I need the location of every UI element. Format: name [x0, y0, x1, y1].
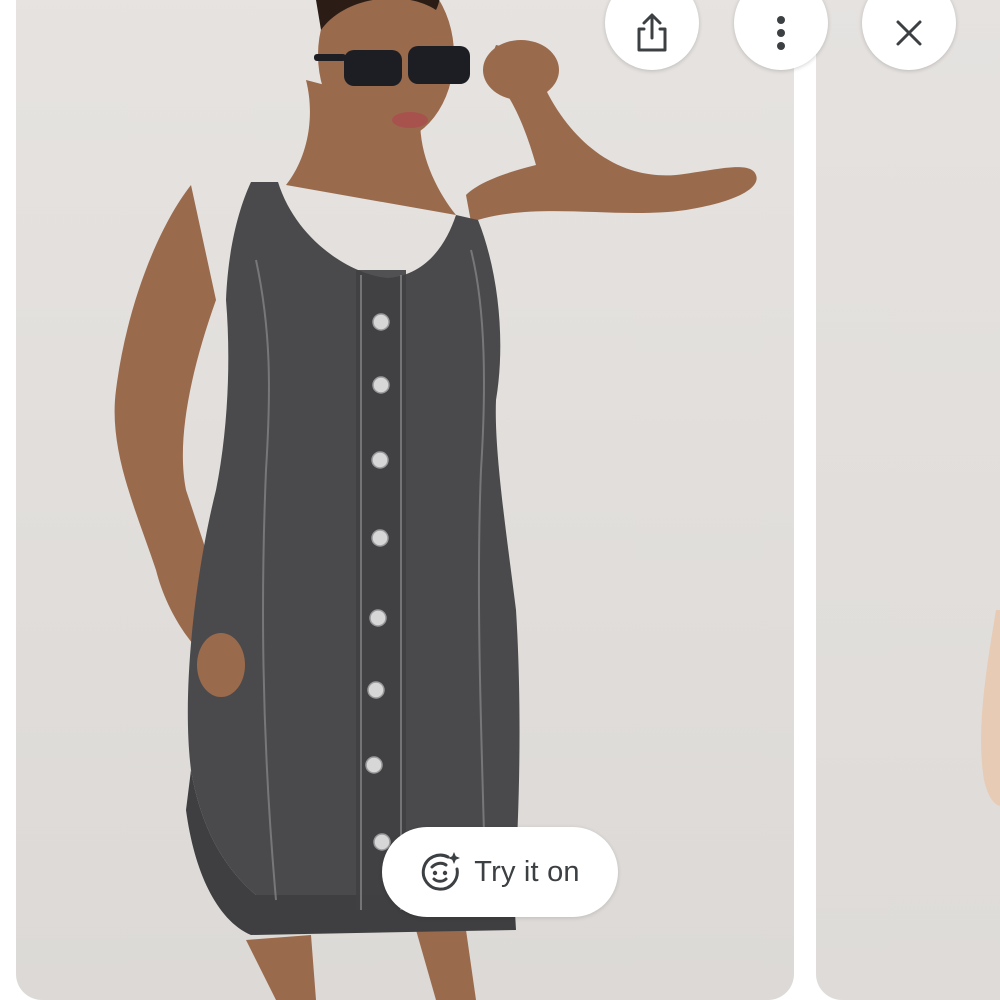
share-icon	[637, 13, 667, 52]
more-vert-icon	[777, 16, 785, 50]
close-icon	[896, 20, 922, 46]
next-product-card[interactable]	[816, 0, 1000, 1000]
try-it-on-button[interactable]: Try it on	[382, 827, 618, 917]
face-sparkle-icon	[422, 852, 461, 891]
try-it-on-label: Try it on	[474, 855, 580, 888]
next-product-photo	[981, 610, 1000, 806]
